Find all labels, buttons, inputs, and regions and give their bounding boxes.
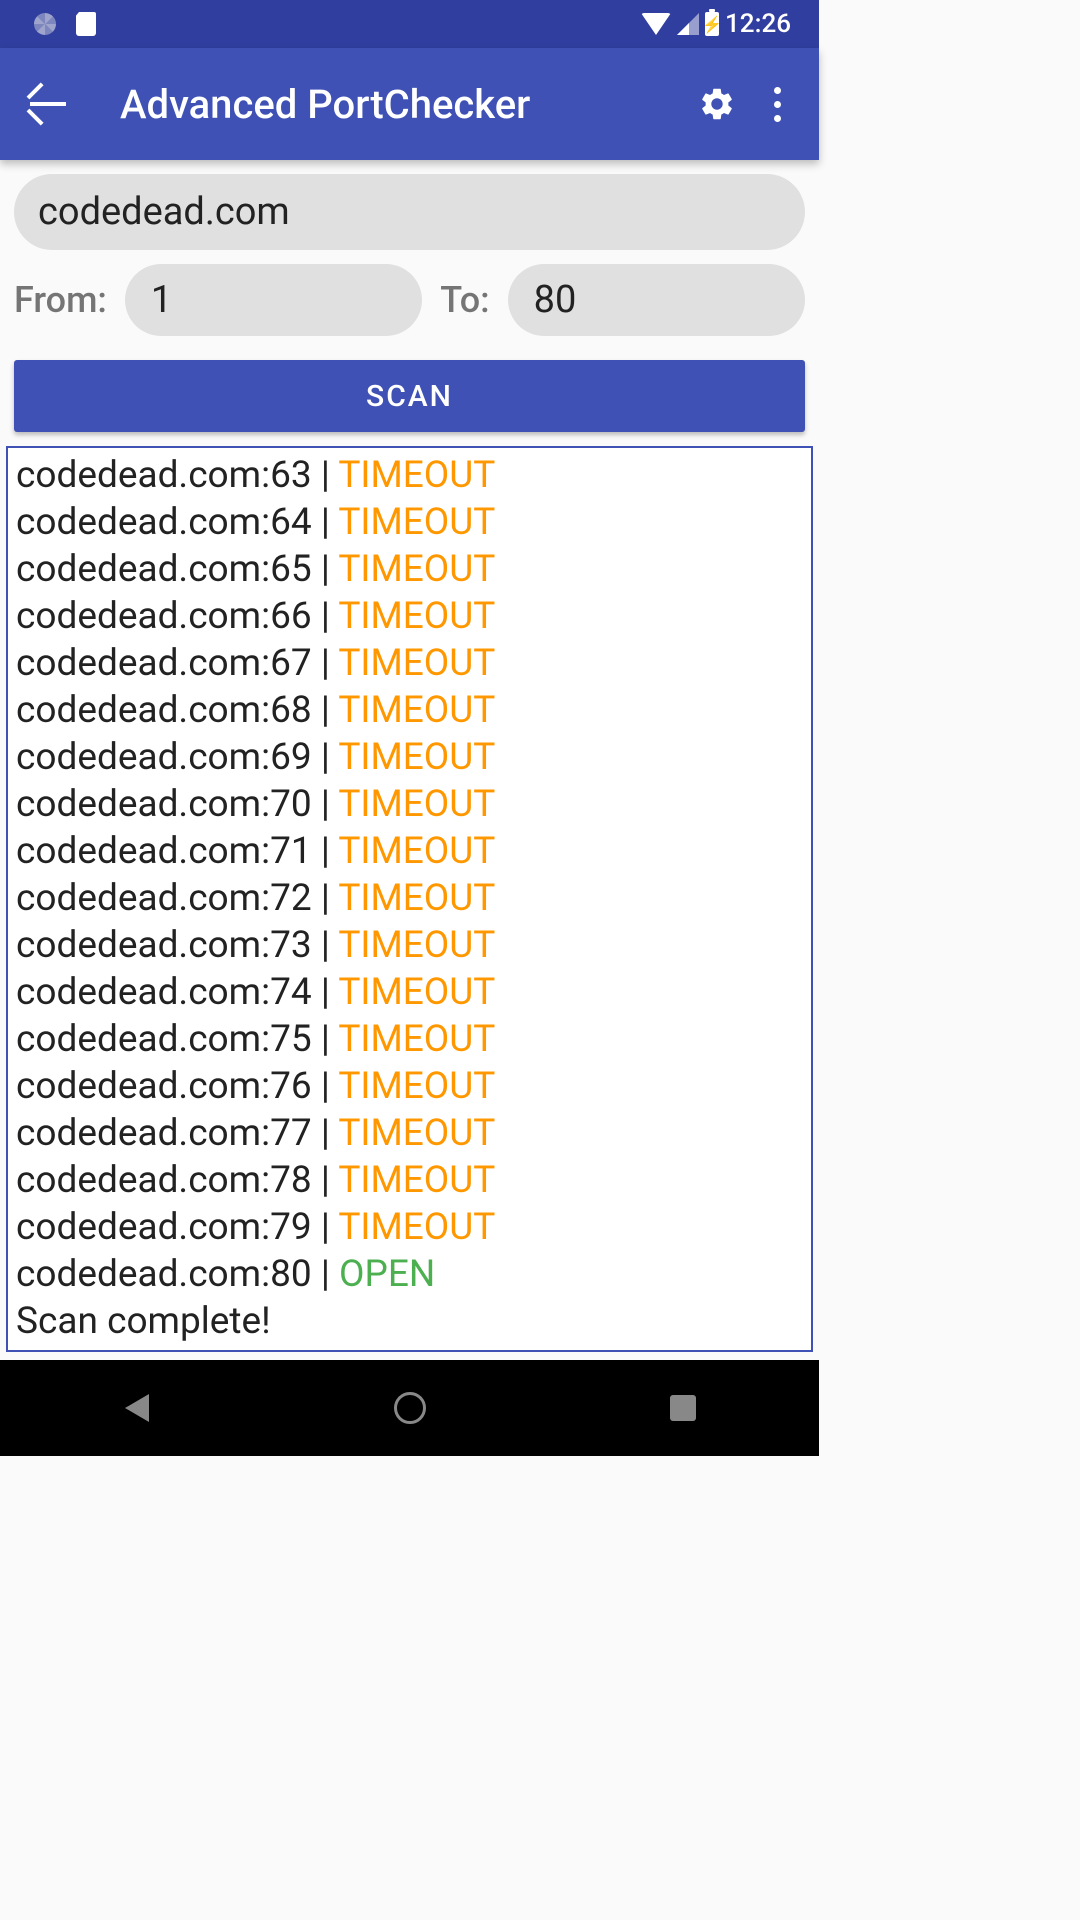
battery-charging-icon: ⚡ bbox=[705, 12, 719, 36]
result-status: TIMEOUT bbox=[338, 1206, 495, 1249]
result-row: codedead.com:78 | TIMEOUT bbox=[16, 1158, 803, 1205]
result-row: codedead.com:72 | TIMEOUT bbox=[16, 876, 803, 923]
scan-complete-message: Scan complete! bbox=[16, 1299, 803, 1346]
result-status: TIMEOUT bbox=[338, 642, 495, 685]
dot-icon bbox=[774, 87, 781, 94]
loading-spinner-icon bbox=[34, 13, 56, 35]
result-host-port: codedead.com:64 | bbox=[16, 501, 338, 544]
result-host-port: codedead.com:67 | bbox=[16, 642, 338, 685]
result-status: TIMEOUT bbox=[338, 1159, 495, 1202]
result-status: TIMEOUT bbox=[338, 1112, 495, 1155]
nav-home-button[interactable] bbox=[350, 1383, 470, 1433]
result-host-port: codedead.com:63 | bbox=[16, 454, 338, 497]
overflow-menu-button[interactable] bbox=[747, 74, 807, 134]
settings-button[interactable] bbox=[687, 74, 747, 134]
result-host-port: codedead.com:80 | bbox=[16, 1253, 339, 1296]
scan-button[interactable]: SCAN bbox=[14, 360, 805, 432]
result-row: codedead.com:69 | TIMEOUT bbox=[16, 735, 803, 782]
nav-back-button[interactable] bbox=[77, 1383, 197, 1433]
to-label: To: bbox=[440, 279, 489, 321]
result-row: codedead.com:75 | TIMEOUT bbox=[16, 1017, 803, 1064]
result-status: TIMEOUT bbox=[338, 501, 495, 544]
result-status: TIMEOUT bbox=[338, 877, 495, 920]
result-row: codedead.com:73 | TIMEOUT bbox=[16, 923, 803, 970]
result-host-port: codedead.com:78 | bbox=[16, 1159, 338, 1202]
result-host-port: codedead.com:77 | bbox=[16, 1112, 338, 1155]
nav-recent-button[interactable] bbox=[623, 1383, 743, 1433]
page-title: Advanced PortChecker bbox=[84, 81, 687, 128]
result-row: codedead.com:70 | TIMEOUT bbox=[16, 782, 803, 829]
host-input[interactable] bbox=[14, 174, 805, 250]
result-status: TIMEOUT bbox=[338, 971, 495, 1014]
result-host-port: codedead.com:76 | bbox=[16, 1065, 338, 1108]
result-row: codedead.com:64 | TIMEOUT bbox=[16, 500, 803, 547]
result-row: codedead.com:80 | OPEN bbox=[16, 1252, 803, 1299]
signal-icon bbox=[677, 13, 699, 35]
square-recent-icon bbox=[670, 1395, 696, 1421]
result-row: codedead.com:68 | TIMEOUT bbox=[16, 688, 803, 735]
sdcard-icon bbox=[76, 12, 96, 36]
result-host-port: codedead.com:71 | bbox=[16, 830, 338, 873]
result-status: TIMEOUT bbox=[338, 783, 495, 826]
wifi-icon bbox=[641, 13, 671, 35]
result-row: codedead.com:65 | TIMEOUT bbox=[16, 547, 803, 594]
port-to-input[interactable] bbox=[508, 264, 805, 336]
result-row: codedead.com:71 | TIMEOUT bbox=[16, 829, 803, 876]
clock-time: 12:26 bbox=[725, 9, 791, 39]
triangle-back-icon bbox=[125, 1394, 149, 1422]
result-row: codedead.com:63 | TIMEOUT bbox=[16, 453, 803, 500]
gear-icon bbox=[698, 85, 736, 123]
result-host-port: codedead.com:73 | bbox=[16, 924, 338, 967]
status-bar: ⚡ 12:26 bbox=[0, 0, 819, 48]
result-row: codedead.com:76 | TIMEOUT bbox=[16, 1064, 803, 1111]
dot-icon bbox=[774, 101, 781, 108]
result-status: OPEN bbox=[339, 1253, 435, 1296]
result-status: TIMEOUT bbox=[338, 736, 495, 779]
result-status: TIMEOUT bbox=[338, 595, 495, 638]
result-row: codedead.com:77 | TIMEOUT bbox=[16, 1111, 803, 1158]
result-row: codedead.com:67 | TIMEOUT bbox=[16, 641, 803, 688]
result-host-port: codedead.com:69 | bbox=[16, 736, 338, 779]
result-row: codedead.com:79 | TIMEOUT bbox=[16, 1205, 803, 1252]
back-button[interactable] bbox=[12, 68, 84, 140]
result-host-port: codedead.com:74 | bbox=[16, 971, 338, 1014]
circle-home-icon bbox=[394, 1392, 426, 1424]
result-host-port: codedead.com:79 | bbox=[16, 1206, 338, 1249]
result-host-port: codedead.com:68 | bbox=[16, 689, 338, 732]
result-status: TIMEOUT bbox=[338, 454, 495, 497]
dot-icon bbox=[774, 115, 781, 122]
result-status: TIMEOUT bbox=[338, 548, 495, 591]
result-row: codedead.com:66 | TIMEOUT bbox=[16, 594, 803, 641]
input-section: From: To: bbox=[0, 160, 819, 350]
result-host-port: codedead.com:70 | bbox=[16, 783, 338, 826]
from-label: From: bbox=[14, 279, 107, 321]
result-status: TIMEOUT bbox=[338, 1065, 495, 1108]
result-status: TIMEOUT bbox=[338, 830, 495, 873]
result-status: TIMEOUT bbox=[338, 924, 495, 967]
back-arrow-icon bbox=[30, 102, 66, 106]
result-host-port: codedead.com:65 | bbox=[16, 548, 338, 591]
result-row: codedead.com:74 | TIMEOUT bbox=[16, 970, 803, 1017]
results-panel[interactable]: codedead.com:63 | TIMEOUTcodedead.com:64… bbox=[6, 446, 813, 1352]
result-status: TIMEOUT bbox=[338, 1018, 495, 1061]
navigation-bar bbox=[0, 1360, 819, 1456]
result-host-port: codedead.com:72 | bbox=[16, 877, 338, 920]
result-host-port: codedead.com:66 | bbox=[16, 595, 338, 638]
result-status: TIMEOUT bbox=[338, 689, 495, 732]
port-from-input[interactable] bbox=[125, 264, 422, 336]
result-host-port: codedead.com:75 | bbox=[16, 1018, 338, 1061]
app-bar: Advanced PortChecker bbox=[0, 48, 819, 160]
